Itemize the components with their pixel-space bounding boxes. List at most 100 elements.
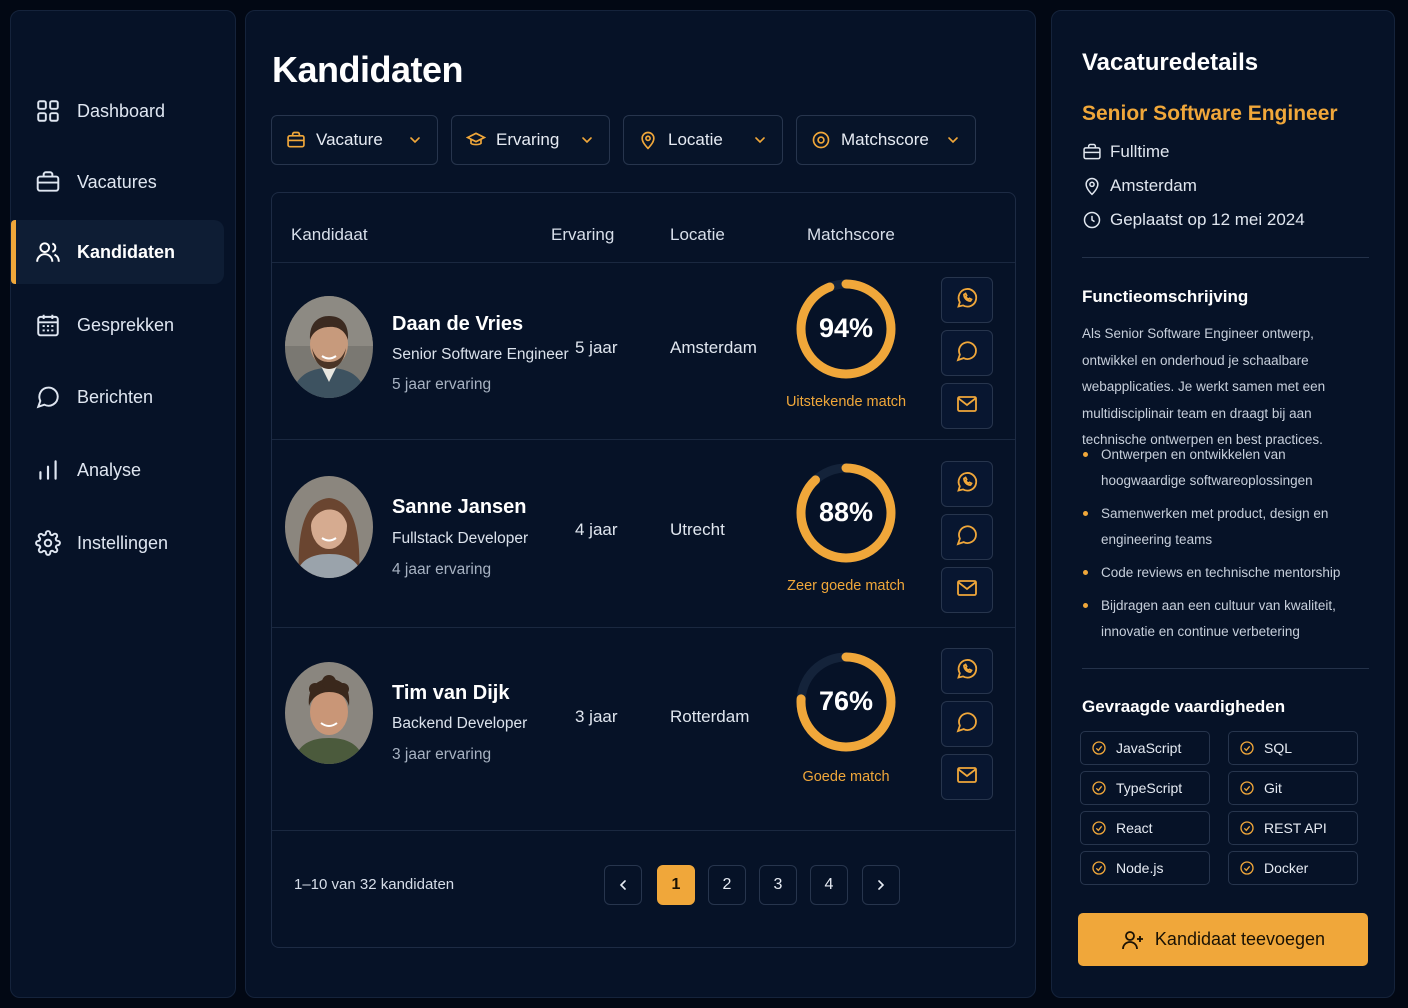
skill-chip: REST API [1228,811,1358,845]
sidebar-item-dashboard[interactable]: Dashboard [11,79,224,143]
filter-vacature[interactable]: Vacature [271,115,438,165]
avatar [285,476,373,578]
column-header-kandidaat: Kandidaat [291,225,368,244]
email-button[interactable] [941,383,993,429]
skill-label: Node.js [1116,860,1164,876]
email-button[interactable] [941,754,993,800]
skill-chip: Node.js [1080,851,1210,885]
meta-posted-date: Geplaatst op 12 mei 2024 [1082,210,1305,230]
candidate-role: Senior Software Engineer [392,346,569,363]
candidate-experience-text: 4 jaar ervaring [392,561,492,578]
sidebar-item-instellingen[interactable]: Instellingen [11,511,224,575]
skill-chip: React [1080,811,1210,845]
skill-chip: TypeScript [1080,771,1210,805]
sidebar-item-label: Analyse [77,459,142,480]
check-circle-icon [1239,780,1255,796]
users-icon [35,239,61,265]
mail-icon [955,576,979,605]
chevron-down-icon [945,132,961,148]
chevron-down-icon [407,132,423,148]
add-candidate-label: Kandidaat teevoegen [1154,929,1326,949]
responsibilities-list: Ontwerpen en ontwikkelen van hoogwaardig… [1082,442,1372,652]
avatar [285,662,373,764]
skills-title: Gevraagde vaardigheden [1082,697,1286,716]
filter-matchscore[interactable]: Matchscore [796,115,976,165]
page-button-3[interactable]: 3 [759,865,797,905]
match-label: Zeer goede match [787,578,905,594]
briefcase-icon [35,169,61,195]
divider [1082,668,1369,669]
candidate-name[interactable]: Tim van Dijk [392,682,509,705]
chevron-left-icon [615,877,631,893]
table-row[interactable]: Sanne Jansen Fullstack Developer 4 jaar … [272,440,1015,627]
candidate-location: Rotterdam [670,707,750,726]
add-candidate-button[interactable]: Kandidaat teevoegen [1078,913,1368,966]
filter-ervaring[interactable]: Ervaring [451,115,610,165]
whatsapp-icon [955,657,979,686]
check-circle-icon [1239,740,1255,756]
skill-label: React [1116,820,1153,836]
whatsapp-button[interactable] [941,648,993,694]
skill-chip: JavaScript [1080,731,1210,765]
sidebar-item-berichten[interactable]: Berichten [11,365,224,429]
whatsapp-icon [955,470,979,499]
page-button-1[interactable]: 1 [657,865,695,905]
list-item: Bijdragen aan een cultuur van kwaliteit,… [1082,593,1372,645]
page-button-2[interactable]: 2 [708,865,746,905]
chat-bubble-icon [955,523,979,552]
whatsapp-button[interactable] [941,277,993,323]
check-circle-icon [1091,820,1107,836]
check-circle-icon [1091,780,1107,796]
clock-icon [1082,210,1102,230]
sidebar-item-kandidaten[interactable]: Kandidaten [11,220,224,284]
candidate-name[interactable]: Sanne Jansen [392,496,527,519]
skill-chip: SQL [1228,731,1358,765]
sidebar-item-gesprekken[interactable]: Gesprekken [11,293,224,357]
candidate-experience-text: 3 jaar ervaring [392,746,492,763]
graduation-cap-icon [466,130,486,150]
match-score-ring: 76% [795,646,897,758]
table-row[interactable]: Tim van Dijk Backend Developer 3 jaar er… [272,628,1015,830]
candidate-role: Fullstack Developer [392,530,529,547]
briefcase-icon [1082,142,1102,162]
list-item: Code reviews en technische mentorship [1082,560,1372,586]
filter-label: Locatie [668,130,723,149]
sidebar-item-analyse[interactable]: Analyse [11,438,224,502]
chat-button[interactable] [941,330,993,376]
chat-bubble-icon [955,339,979,368]
page-title: Kandidaten [272,49,464,90]
job-description: Als Senior Software Engineer ontwerp, on… [1082,326,1326,447]
chat-button[interactable] [941,701,993,747]
filter-label: Ervaring [496,130,560,149]
meta-text: Amsterdam [1110,176,1197,195]
meta-text: Geplaatst op 12 mei 2024 [1110,210,1305,229]
candidate-role: Backend Developer [392,715,528,732]
chat-button[interactable] [941,514,993,560]
mail-icon [955,763,979,792]
check-circle-icon [1239,820,1255,836]
sidebar-item-label: Instellingen [77,532,169,553]
sidebar-item-label: Kandidaten [77,241,176,262]
map-pin-icon [1082,176,1102,196]
page-button-4[interactable]: 4 [810,865,848,905]
bar-chart-icon [35,457,61,483]
list-item: Ontwerpen en ontwikkelen van hoogwaardig… [1082,442,1372,494]
sidebar-item-vacatures[interactable]: Vacatures [11,150,224,214]
job-details-panel: Vacaturedetails Senior Software Engineer… [1051,10,1395,998]
next-page-button[interactable] [862,865,900,905]
match-score-value: 94% [818,313,874,343]
chevron-down-icon [752,132,768,148]
chevron-right-icon [873,877,889,893]
table-row[interactable]: Daan de Vries Senior Software Engineer 5… [272,263,1015,439]
column-header-matchscore: Matchscore [807,225,895,244]
description-title: Functieomschrijving [1082,287,1249,306]
email-button[interactable] [941,567,993,613]
check-circle-icon [1091,860,1107,876]
briefcase-icon [286,130,306,150]
previous-page-button[interactable] [604,865,642,905]
candidate-name[interactable]: Daan de Vries [392,313,523,336]
meta-text: Fulltime [1110,142,1170,161]
candidate-experience: 5 jaar [575,338,618,357]
whatsapp-button[interactable] [941,461,993,507]
filter-locatie[interactable]: Locatie [623,115,783,165]
